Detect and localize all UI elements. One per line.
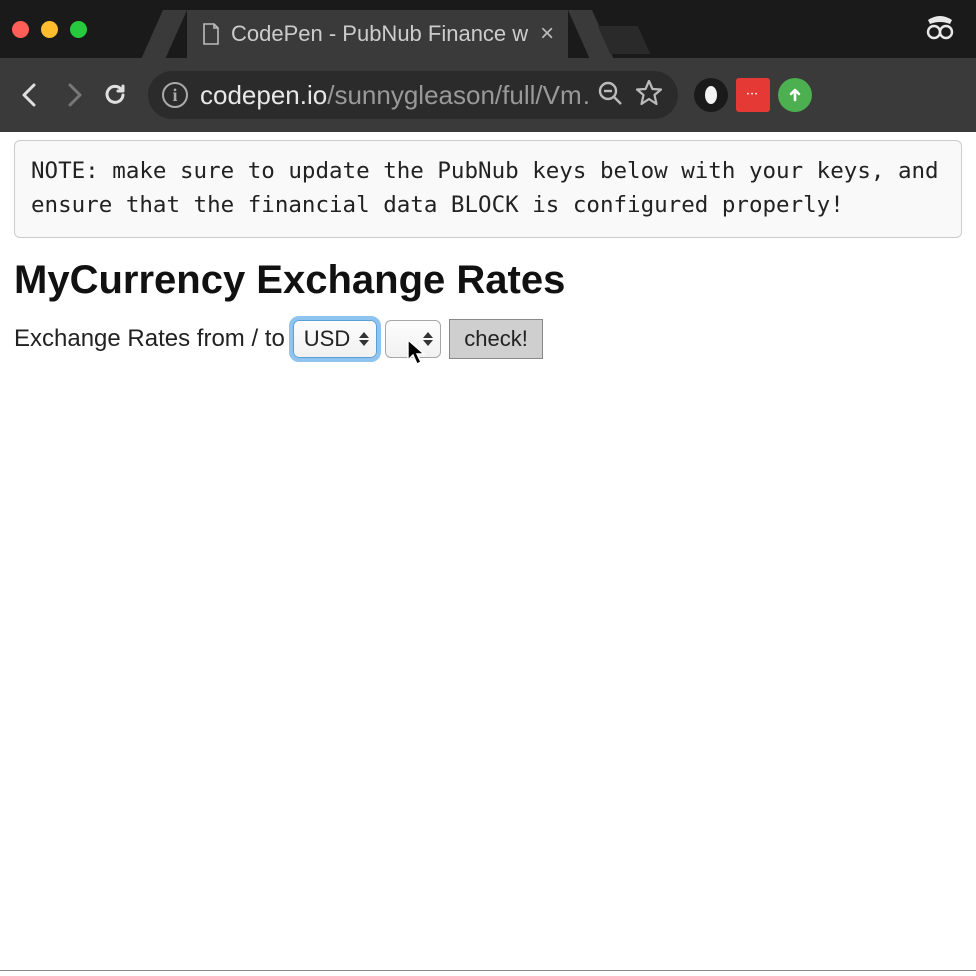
from-currency-value: USD (304, 326, 350, 352)
minimize-window-button[interactable] (41, 21, 58, 38)
exchange-form: Exchange Rates from / to USD check! (14, 319, 962, 359)
page-heading: MyCurrency Exchange Rates (14, 258, 962, 303)
extension-lastpass-icon[interactable]: ••• (736, 78, 770, 112)
browser-tab[interactable]: CodePen - PubNub Finance w × (187, 10, 568, 58)
url-path: /sunnygleason/full/Vm… (327, 80, 588, 110)
to-currency-select[interactable] (385, 320, 441, 358)
select-caret-icon (423, 332, 433, 346)
url-text: codepen.io/sunnygleason/full/Vm… (200, 80, 588, 111)
extension-upload-icon[interactable] (778, 78, 812, 112)
tab-title: CodePen - PubNub Finance w (231, 21, 528, 47)
address-bar[interactable]: i codepen.io/sunnygleason/full/Vm… (148, 71, 678, 119)
incognito-icon (922, 8, 958, 49)
maximize-window-button[interactable] (70, 21, 87, 38)
from-currency-select[interactable]: USD (293, 320, 377, 358)
page-content: NOTE: make sure to update the PubNub key… (0, 140, 976, 359)
browser-toolbar: i codepen.io/sunnygleason/full/Vm… ••• (0, 58, 976, 132)
bookmark-star-icon[interactable] (634, 78, 664, 113)
zoom-icon[interactable] (596, 79, 624, 112)
url-host: codepen.io (200, 80, 327, 110)
forward-button[interactable] (56, 78, 90, 112)
close-tab-icon[interactable]: × (540, 22, 554, 46)
reload-button[interactable] (98, 78, 132, 112)
form-label: Exchange Rates from / to (14, 325, 285, 353)
macos-titlebar: CodePen - PubNub Finance w × (0, 0, 976, 58)
bottom-divider (0, 970, 976, 971)
note-box: NOTE: make sure to update the PubNub key… (14, 140, 962, 238)
select-caret-icon (359, 332, 369, 346)
back-button[interactable] (14, 78, 48, 112)
page-icon (201, 22, 221, 46)
check-button[interactable]: check! (449, 319, 543, 359)
extension-opera-icon[interactable] (694, 78, 728, 112)
close-window-button[interactable] (12, 21, 29, 38)
site-info-icon[interactable]: i (162, 82, 188, 108)
window-controls (12, 21, 87, 38)
